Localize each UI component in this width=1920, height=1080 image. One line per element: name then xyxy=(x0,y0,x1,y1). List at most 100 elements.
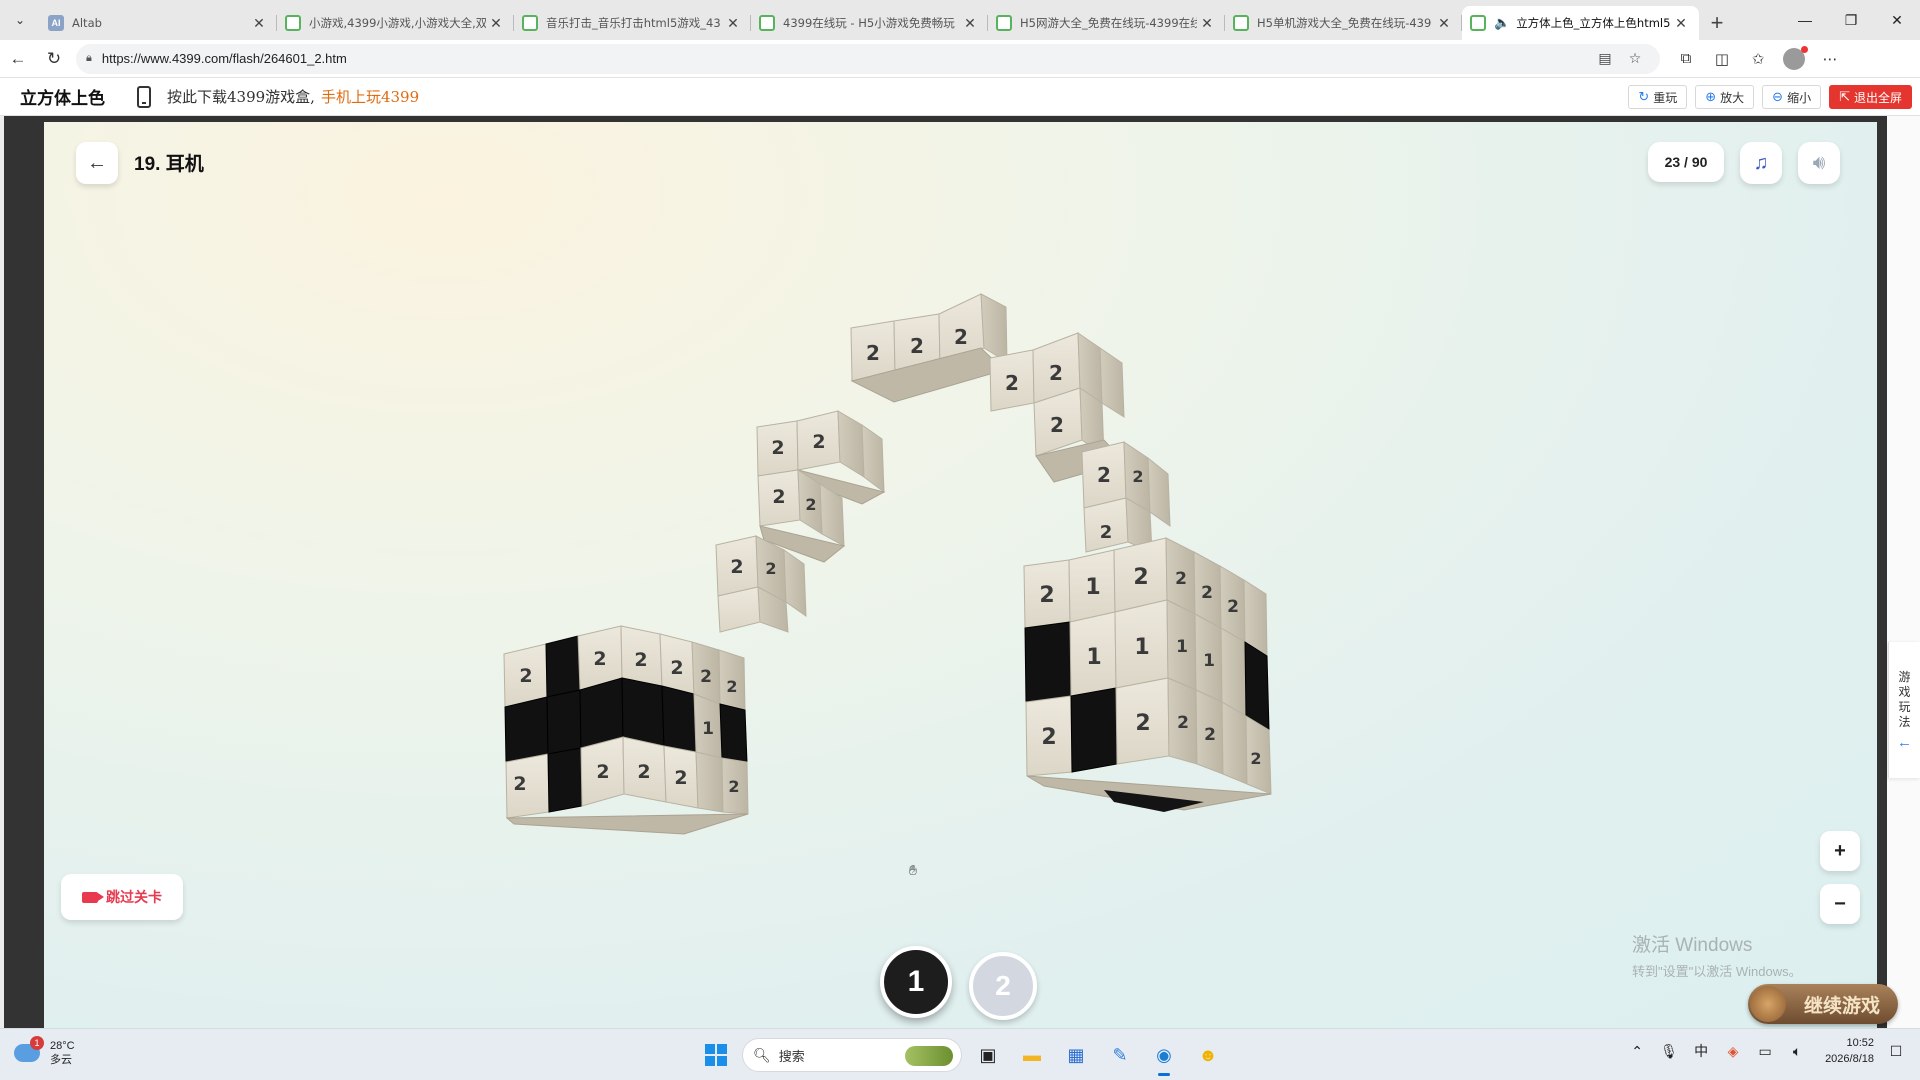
cube-puzzle[interactable]: 2 2 2 2 2 2 2 2 2 2 2 2 2 2 2 2 2 2 2 2 xyxy=(44,122,1877,1028)
cube-painted[interactable] xyxy=(546,689,582,755)
tab-4399-home[interactable]: 小游戏,4399小游戏,小游戏大全,双 ✕ xyxy=(277,6,514,40)
close-window-icon[interactable]: ✕ xyxy=(1874,0,1920,40)
replay-button[interactable]: ↻ 重玩 xyxy=(1628,85,1688,109)
watermark-line-1: 激活 Windows xyxy=(1632,935,1753,956)
close-icon[interactable]: ✕ xyxy=(723,15,743,32)
speaker-icon[interactable]: 🔈 xyxy=(1494,15,1510,31)
cube-painted[interactable] xyxy=(545,635,581,698)
windows-start-icon[interactable] xyxy=(698,1037,734,1073)
cloud-icon: 1 xyxy=(14,1036,44,1062)
game-app-icon[interactable]: ☻ xyxy=(1190,1037,1226,1073)
task-view-icon[interactable]: ▣ xyxy=(970,1037,1006,1073)
browser-tab-strip: ⌄ AI Altab ✕ 小游戏,4399小游戏,小游戏大全,双 ✕ 音乐打击_… xyxy=(0,0,1920,40)
cube-painted[interactable] xyxy=(1244,641,1270,731)
url-text[interactable]: https://www.4399.com/flash/264601_2.htm xyxy=(102,51,1590,66)
windows-taskbar: 1 28°C 多云 🔍︎ 搜索 ▣ ▬ ▦ ✎ ◉ ☻ ⌃ 🎙︎ 中 ◈ ▭ 🔈… xyxy=(0,1028,1920,1080)
cube-painted[interactable] xyxy=(579,677,624,749)
grid-icon xyxy=(1470,15,1486,31)
close-icon[interactable]: ✕ xyxy=(486,15,506,32)
back-arrow-icon[interactable]: ← xyxy=(0,43,36,75)
new-tab-plus-icon[interactable]: + xyxy=(1699,6,1735,40)
cube-painted[interactable] xyxy=(1024,621,1072,703)
cube-number: 2 xyxy=(1039,583,1054,608)
clock[interactable]: 10:52 2026/8/18 xyxy=(1825,1035,1874,1067)
volume-icon[interactable]: 🔈︎ xyxy=(1787,1043,1807,1060)
cube[interactable] xyxy=(783,549,807,617)
close-icon[interactable]: ✕ xyxy=(1434,15,1454,32)
cube-painted[interactable] xyxy=(1070,687,1118,773)
cube-number: 2 xyxy=(772,486,785,508)
cube[interactable] xyxy=(1099,347,1125,418)
minimize-icon[interactable]: — xyxy=(1782,0,1828,40)
hand-cursor-icon: ✋︎ xyxy=(909,862,917,878)
download-link[interactable]: 手机上玩4399 xyxy=(321,86,419,107)
close-icon[interactable]: ✕ xyxy=(1671,15,1691,32)
reader-mode-icon[interactable]: ▤ xyxy=(1590,50,1620,67)
cube-painted[interactable] xyxy=(661,685,697,753)
cube-painted[interactable] xyxy=(719,703,748,763)
header-buttons: ↻ 重玩 ⊕ 放大 ⊖ 缩小 ⇱ 退出全屏 xyxy=(1628,85,1912,109)
cube-number: 1 xyxy=(1086,645,1101,670)
edge-browser-icon[interactable]: ◉ xyxy=(1146,1037,1182,1076)
site-header: 立方体上色 按此下载4399游戏盒, 手机上玩4399 ↻ 重玩 ⊕ 放大 ⊖ 缩小 … xyxy=(0,78,1920,116)
cube[interactable] xyxy=(1147,456,1171,527)
close-icon[interactable]: ✕ xyxy=(960,15,980,32)
cube[interactable] xyxy=(861,424,885,494)
cube-painted[interactable] xyxy=(621,677,665,747)
exit-fullscreen-button[interactable]: ⇱ 退出全屏 xyxy=(1829,85,1912,109)
close-icon[interactable]: ✕ xyxy=(249,15,269,32)
cube-painted[interactable] xyxy=(504,696,549,763)
number-2-button[interactable]: 2 xyxy=(969,952,1037,1020)
tab-list-chevron-icon[interactable]: ⌄ xyxy=(0,0,40,40)
network-icon[interactable]: ▭ xyxy=(1755,1043,1775,1060)
cube[interactable] xyxy=(1220,627,1247,717)
file-explorer-icon[interactable]: ▬ xyxy=(1014,1037,1050,1073)
input-method-icon[interactable]: 中 xyxy=(1691,1041,1711,1061)
taskbar-search[interactable]: 🔍︎ 搜索 xyxy=(742,1038,962,1072)
tab-h5-single-games[interactable]: H5单机游戏大全_免费在线玩-439 ✕ xyxy=(1225,6,1462,40)
close-icon[interactable]: ✕ xyxy=(1197,15,1217,32)
whiteboard-icon[interactable]: ✎ xyxy=(1102,1037,1138,1073)
microphone-icon[interactable]: 🎙︎ xyxy=(1659,1043,1679,1060)
store-icon[interactable]: ▦ xyxy=(1058,1037,1094,1073)
cube[interactable] xyxy=(1221,701,1248,785)
cube[interactable] xyxy=(695,751,724,813)
more-menu-icon[interactable]: ⋯ xyxy=(1812,43,1848,75)
shrink-button[interactable]: ⊖ 缩小 xyxy=(1762,85,1822,109)
cube[interactable] xyxy=(837,410,865,478)
how-to-play-tab[interactable]: 游 戏 玩 法 ← xyxy=(1888,642,1920,778)
refresh-icon[interactable]: ↻ xyxy=(36,43,72,75)
split-screen-icon[interactable]: ◫ xyxy=(1704,43,1740,75)
cube-number: 1 xyxy=(1203,651,1215,671)
tab-music-hit[interactable]: 音乐打击_音乐打击html5游戏_43 ✕ xyxy=(514,6,751,40)
zoom-out-button[interactable]: − xyxy=(1820,884,1860,924)
frame-border-left xyxy=(4,116,44,1028)
enlarge-label: 放大 xyxy=(1720,90,1745,105)
lock-icon[interactable]: 🔒︎ xyxy=(86,52,92,65)
extensions-icon[interactable]: ⧉ xyxy=(1668,43,1704,75)
antivirus-icon[interactable]: ◈ xyxy=(1723,1043,1743,1060)
favorites-icon[interactable]: ✩ xyxy=(1740,43,1776,75)
enlarge-button[interactable]: ⊕ 放大 xyxy=(1695,85,1755,109)
continue-game-button[interactable]: 继续游戏 xyxy=(1748,984,1898,1024)
search-placeholder: 搜索 xyxy=(778,1048,805,1064)
restore-icon[interactable]: ❐ xyxy=(1828,0,1874,40)
skip-level-button[interactable]: 跳过关卡 xyxy=(61,874,183,920)
tab-h5-online-games[interactable]: H5网游大全_免费在线玩-4399在线 ✕ xyxy=(988,6,1225,40)
tab-altab[interactable]: AI Altab ✕ xyxy=(40,6,277,40)
number-1-button[interactable]: 1 xyxy=(880,946,952,1018)
cube-number: 2 xyxy=(866,341,880,365)
chevron-up-icon[interactable]: ⌃ xyxy=(1627,1043,1647,1060)
address-bar[interactable]: 🔒︎ https://www.4399.com/flash/264601_2.h… xyxy=(76,43,1660,74)
tab-cube-coloring[interactable]: 🔈 立方体上色_立方体上色html5 ✕ xyxy=(1462,6,1699,40)
zoom-in-button[interactable]: + xyxy=(1820,831,1860,871)
game-canvas[interactable]: ← 19. 耳机 23 / 90 ♫ 🔊︎ 2 2 2 2 2 2 2 2 2 … xyxy=(44,122,1877,1028)
cube-painted[interactable] xyxy=(547,747,583,813)
weather-widget[interactable]: 1 28°C 多云 xyxy=(14,1036,75,1067)
tab-4399-online[interactable]: 4399在线玩 - H5小游戏免费畅玩 ✕ xyxy=(751,6,988,40)
star-icon[interactable]: ☆ xyxy=(1620,50,1650,67)
weather-temperature: 28°C xyxy=(50,1040,75,1052)
profile-avatar[interactable] xyxy=(1776,43,1812,75)
cube-number: 1 xyxy=(1085,575,1100,600)
notification-center-icon[interactable]: ☐ xyxy=(1886,1043,1906,1060)
